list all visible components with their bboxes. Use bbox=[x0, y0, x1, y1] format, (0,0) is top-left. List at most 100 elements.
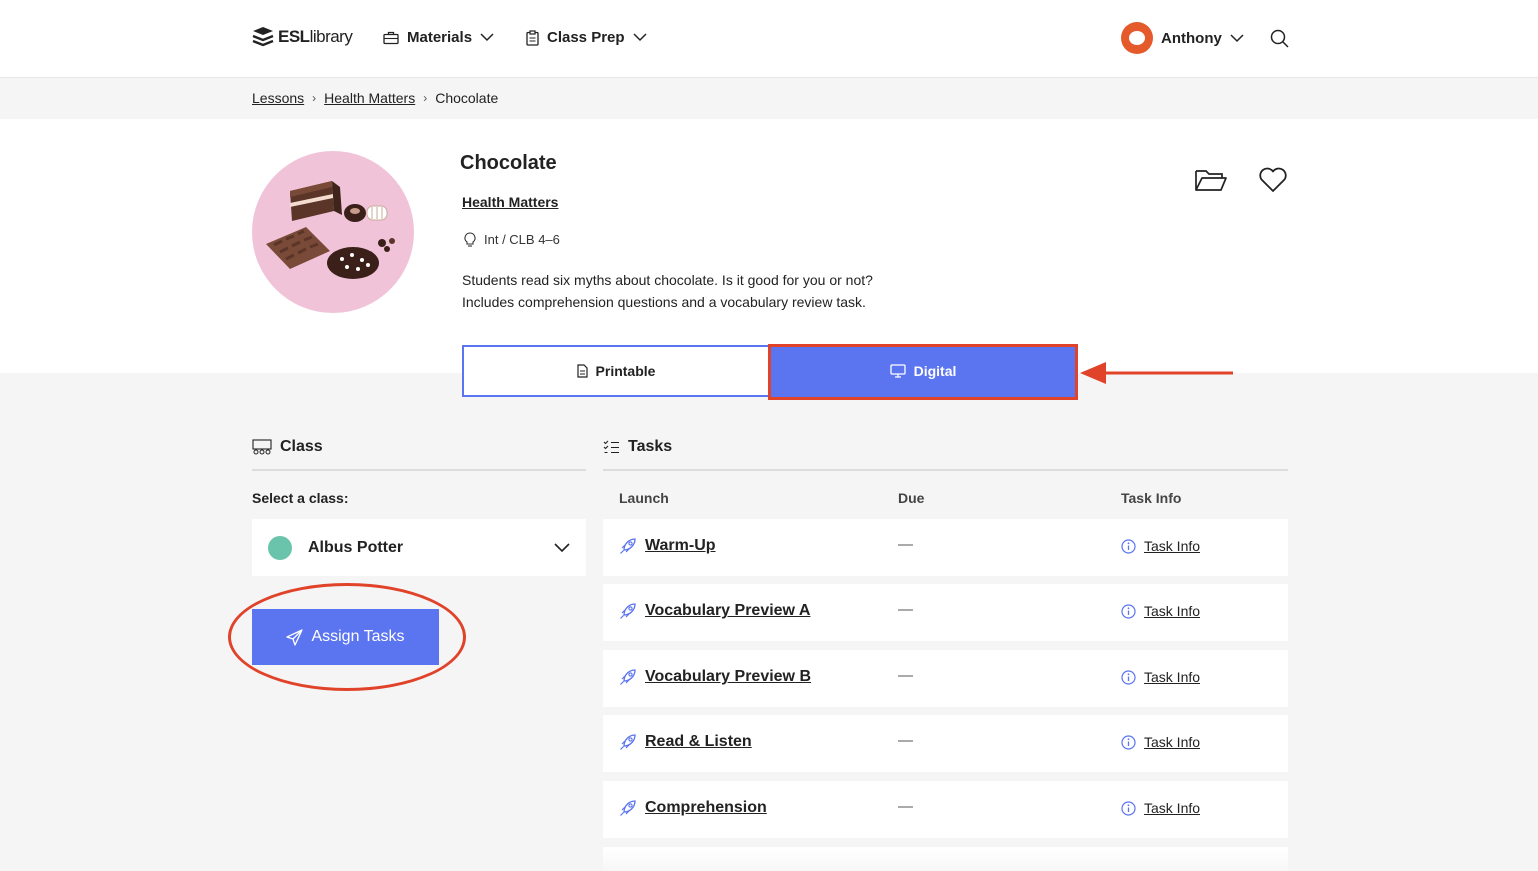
info-icon bbox=[1121, 603, 1136, 619]
search-button[interactable] bbox=[1270, 29, 1289, 53]
task-row: Vocabulary Preview B — Task Info bbox=[603, 650, 1288, 707]
logo-text: ESLlibrary bbox=[278, 27, 353, 46]
column-header-task-info: Task Info bbox=[1121, 490, 1182, 506]
class-section-title: Class bbox=[252, 438, 323, 456]
breadcrumb-lessons[interactable]: Lessons bbox=[252, 90, 304, 106]
rocket-icon bbox=[620, 734, 636, 750]
printable-button[interactable]: Printable bbox=[462, 345, 770, 397]
task-launch-link[interactable]: Vocabulary Preview B bbox=[619, 668, 811, 686]
paper-plane-icon bbox=[286, 628, 304, 646]
esl-library-logo[interactable]: ESLlibrary bbox=[252, 26, 353, 48]
task-info-label: Task Info bbox=[1144, 734, 1201, 750]
lesson-title: Chocolate bbox=[460, 152, 557, 174]
task-name: Read & Listen bbox=[645, 733, 752, 750]
task-row: Vocabulary Preview A — Task Info bbox=[603, 584, 1288, 641]
clipboard-icon bbox=[526, 29, 539, 46]
task-due: — bbox=[898, 798, 913, 815]
favorite-button[interactable] bbox=[1258, 167, 1288, 198]
assign-tasks-button[interactable]: Assign Tasks bbox=[252, 609, 439, 665]
task-row: Read & Listen — Task Info bbox=[603, 715, 1288, 772]
task-info-label: Task Info bbox=[1144, 603, 1201, 619]
nav-class-prep-label: Class Prep bbox=[547, 29, 625, 46]
task-launch-link[interactable]: Vocabulary Preview A bbox=[619, 602, 810, 620]
task-info-label: Task Info bbox=[1144, 538, 1201, 554]
info-icon bbox=[1121, 800, 1136, 816]
briefcase-icon bbox=[383, 31, 399, 44]
chevron-down-icon bbox=[633, 33, 647, 42]
task-launch-link[interactable]: Comprehension bbox=[619, 799, 767, 817]
breadcrumb-current: Chocolate bbox=[435, 90, 499, 106]
document-icon bbox=[576, 364, 588, 378]
task-due: — bbox=[898, 732, 913, 749]
rocket-icon bbox=[620, 800, 636, 816]
class-color-dot bbox=[268, 535, 292, 560]
lesson-category-link[interactable]: Health Matters bbox=[462, 194, 558, 210]
task-info-link[interactable]: Task Info bbox=[1121, 538, 1200, 554]
chevron-right-icon: › bbox=[423, 91, 428, 105]
column-header-due: Due bbox=[898, 490, 925, 506]
checklist-icon bbox=[603, 440, 619, 454]
task-due: — bbox=[898, 667, 913, 684]
user-name: Anthony bbox=[1161, 29, 1222, 47]
heart-icon bbox=[1259, 167, 1287, 192]
class-title-label: Class bbox=[280, 438, 323, 455]
task-row: Warm-Up — Task Info bbox=[603, 519, 1288, 576]
breadcrumb: Lessons › Health Matters › Chocolate bbox=[252, 90, 498, 106]
top-header: ESLlibrary Materials Class Prep Anthony bbox=[0, 0, 1538, 78]
chevron-right-icon: › bbox=[312, 91, 317, 105]
breadcrumb-bar: Lessons › Health Matters › Chocolate bbox=[0, 79, 1538, 119]
avatar bbox=[1121, 22, 1153, 54]
class-group-icon bbox=[252, 439, 272, 455]
task-name: Comprehension bbox=[645, 799, 767, 816]
lesson-description-line: Students read six myths about chocolate.… bbox=[462, 272, 873, 288]
task-info-link[interactable]: Task Info bbox=[1121, 800, 1200, 816]
class-select-dropdown[interactable]: Albus Potter bbox=[252, 519, 586, 576]
annotation-arrow-icon bbox=[1080, 362, 1233, 384]
monitor-icon bbox=[889, 364, 906, 378]
tasks-section-title: Tasks bbox=[603, 438, 672, 456]
task-due: — bbox=[898, 536, 913, 553]
task-row: Comprehension — Task Info bbox=[603, 781, 1288, 838]
lesson-level: Int / CLB 4–6 bbox=[464, 232, 560, 247]
lesson-illustration bbox=[252, 151, 414, 313]
task-info-link[interactable]: Task Info bbox=[1121, 734, 1200, 750]
chocolate-illustration bbox=[266, 181, 395, 279]
rocket-icon bbox=[620, 669, 636, 685]
task-info-label: Task Info bbox=[1144, 800, 1201, 816]
info-icon bbox=[1121, 669, 1136, 685]
task-launch-link[interactable]: Warm-Up bbox=[619, 537, 716, 555]
lesson-description-line: Includes comprehension questions and a v… bbox=[462, 294, 866, 310]
breadcrumb-health-matters[interactable]: Health Matters bbox=[324, 90, 415, 106]
nav-class-prep[interactable]: Class Prep bbox=[526, 29, 647, 46]
chevron-down-icon bbox=[480, 33, 494, 42]
task-info-link[interactable]: Task Info bbox=[1121, 603, 1200, 619]
task-launch-link[interactable]: Read & Listen bbox=[619, 733, 752, 751]
digital-label: Digital bbox=[913, 363, 957, 379]
lesson-header: Chocolate Health Matters Int / CLB 4–6 S… bbox=[0, 119, 1538, 373]
divider bbox=[252, 469, 586, 471]
selected-class-name: Albus Potter bbox=[308, 538, 404, 556]
rocket-icon bbox=[620, 538, 636, 554]
user-menu[interactable]: Anthony bbox=[1121, 22, 1244, 54]
lightbulb-icon bbox=[464, 232, 476, 247]
nav-materials-label: Materials bbox=[407, 29, 473, 46]
scroll-fade bbox=[603, 848, 1288, 871]
folder-icon bbox=[1195, 170, 1227, 191]
column-header-launch: Launch bbox=[619, 490, 669, 506]
chevron-down-icon bbox=[554, 542, 570, 552]
save-to-folder-button[interactable] bbox=[1194, 167, 1228, 198]
chevron-down-icon bbox=[1230, 33, 1244, 42]
select-class-label: Select a class: bbox=[252, 490, 349, 506]
info-icon bbox=[1121, 538, 1136, 554]
info-icon bbox=[1121, 734, 1136, 750]
task-name: Vocabulary Preview B bbox=[645, 668, 811, 685]
lesson-level-text: Int / CLB 4–6 bbox=[484, 232, 560, 247]
printable-label: Printable bbox=[595, 363, 656, 379]
digital-button[interactable]: Digital bbox=[770, 345, 1076, 397]
nav-materials[interactable]: Materials bbox=[383, 29, 494, 46]
task-info-link[interactable]: Task Info bbox=[1121, 669, 1200, 685]
task-due: — bbox=[898, 601, 913, 618]
search-icon bbox=[1270, 29, 1289, 48]
task-name: Warm-Up bbox=[645, 537, 716, 554]
tasks-title-label: Tasks bbox=[628, 438, 673, 455]
